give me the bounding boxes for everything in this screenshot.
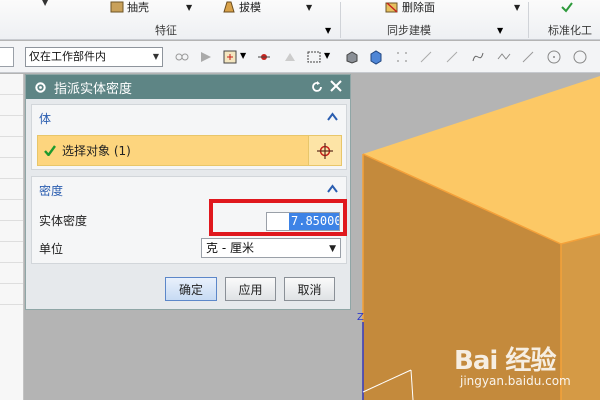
reset-icon[interactable] [310, 80, 324, 94]
density-section-title: 密度 [39, 183, 64, 198]
group-label-feature: 特征 [155, 24, 177, 37]
circle-icon[interactable] [572, 49, 588, 65]
filter-arrow-icon[interactable] [198, 49, 214, 65]
chevron-down-icon[interactable]: ▼ [324, 51, 330, 60]
group-separator-2 [528, 2, 529, 38]
navigator-row[interactable] [0, 221, 23, 242]
circle-center-icon[interactable] [546, 49, 562, 65]
group-label-sync-modeling: 同步建模 [387, 24, 431, 37]
navigator-row[interactable] [0, 242, 23, 263]
type-filter-stub[interactable] [0, 47, 14, 67]
dialog-title-bar[interactable]: 指派实体密度 [26, 75, 350, 99]
watermark-url: jingyan.baidu.com [460, 374, 571, 388]
ok-button-label: 确定 [178, 282, 203, 297]
navigator-row[interactable] [0, 284, 23, 305]
ribbon-caret-button[interactable]: ▼ [186, 0, 192, 14]
watermark-logo: Bai 经验 [454, 346, 556, 376]
body-section: 体 选择对象 (1) [31, 104, 347, 170]
line-icon-3[interactable] [520, 49, 536, 65]
check-icon [561, 2, 573, 13]
select-box-icon[interactable] [222, 49, 238, 65]
assign-solid-density-dialog: 指派实体密度 体 选择对象 (1) 密度 实体密度 7.85000 单位 克 -… [25, 74, 351, 310]
baidu-jingyan-watermark: Bai 经验 jingyan.baidu.com [454, 332, 600, 400]
chevron-up-icon[interactable] [327, 184, 338, 193]
group-separator [340, 2, 341, 38]
snap-icon[interactable] [174, 49, 190, 65]
line-icon-2[interactable] [444, 49, 460, 65]
apply-button-label: 应用 [238, 282, 263, 297]
navigator-row[interactable] [0, 263, 23, 284]
close-icon[interactable] [329, 79, 343, 93]
chevron-down-icon: ▼ [152, 52, 159, 61]
apply-button[interactable]: 应用 [225, 277, 276, 301]
unit-dropdown-value: 克 - 厘米 [206, 241, 254, 255]
navigator-row[interactable] [0, 74, 23, 95]
ribbon-caret-button-3[interactable]: ▼ [514, 0, 520, 14]
navigator-row[interactable] [0, 179, 23, 200]
chevron-down-icon: ▼ [329, 244, 336, 254]
select-object-row[interactable]: 选择对象 (1) [37, 135, 342, 166]
part-navigator-strip [0, 74, 24, 400]
curve-icon[interactable] [470, 49, 486, 65]
shell-icon [110, 1, 124, 13]
chevron-down-icon[interactable]: ▼ [240, 51, 246, 60]
spline-icon[interactable] [496, 49, 512, 65]
delete-face-button[interactable]: 删除面 [385, 0, 435, 14]
draft-button[interactable]: 拔模 [222, 0, 261, 14]
unit-dropdown[interactable]: 克 - 厘米 ▼ [201, 238, 341, 258]
selection-scope-value: 仅在工作部件内 [29, 50, 106, 63]
z-axis-label: Z [357, 312, 364, 323]
dot-grid-icon[interactable] [394, 49, 410, 65]
ribbon-caret-button-2[interactable]: ▼ [306, 0, 312, 14]
group-more-icon-2[interactable]: ▼ [497, 26, 503, 35]
body-section-header[interactable]: 体 [32, 105, 346, 131]
unit-field-label: 单位 [39, 242, 64, 256]
dialog-title: 指派实体密度 [54, 81, 133, 97]
select-object-label: 选择对象 (1) [62, 144, 131, 158]
crosshair-icon [317, 142, 333, 159]
solid-body-icon[interactable] [344, 49, 360, 65]
cancel-button[interactable]: 取消 [284, 277, 335, 301]
navigator-row[interactable] [0, 116, 23, 137]
chevron-up-icon[interactable] [327, 112, 338, 121]
extract-shell-button[interactable]: 抽壳 [110, 0, 149, 14]
selection-toolbar: 仅在工作部件内 ▼ ▼ ▼ [0, 41, 600, 73]
point-select-icon[interactable] [256, 49, 272, 65]
extract-shell-label: 抽壳 [127, 1, 149, 14]
navigator-row[interactable] [0, 137, 23, 158]
check-tool-button[interactable] [560, 0, 574, 14]
checkmark-icon [44, 145, 56, 156]
body-section-title: 体 [39, 111, 52, 126]
cancel-button-label: 取消 [297, 282, 322, 297]
delete-face-label: 删除面 [402, 1, 435, 14]
blue-cube-icon[interactable] [368, 49, 384, 65]
density-field-label: 实体密度 [39, 214, 88, 228]
ok-button[interactable]: 确定 [165, 277, 217, 301]
draft-label: 拔模 [239, 1, 261, 14]
line-icon[interactable] [418, 49, 434, 65]
navigator-row[interactable] [0, 158, 23, 179]
navigator-row[interactable] [0, 200, 23, 221]
gear-icon[interactable] [34, 81, 47, 94]
selection-scope-dropdown[interactable]: 仅在工作部件内 ▼ [25, 47, 163, 67]
group-label-standard-tools: 标准化工具 [548, 24, 592, 37]
delete-face-icon [385, 2, 398, 13]
red-highlight-annotation [209, 199, 347, 236]
faded-tool-icon[interactable] [282, 49, 298, 65]
draft-icon [223, 1, 235, 13]
rectangle-select-icon[interactable] [306, 49, 322, 65]
navigator-row[interactable] [0, 95, 23, 116]
group-more-icon[interactable]: ▼ [325, 26, 331, 35]
ribbon: ▼ 抽壳 ▼ 拔模 ▼ 删除面 ▼ 特征 ▼ 同步建模 ▼ 标准化工具 [0, 0, 600, 40]
select-object-button[interactable] [308, 135, 341, 166]
